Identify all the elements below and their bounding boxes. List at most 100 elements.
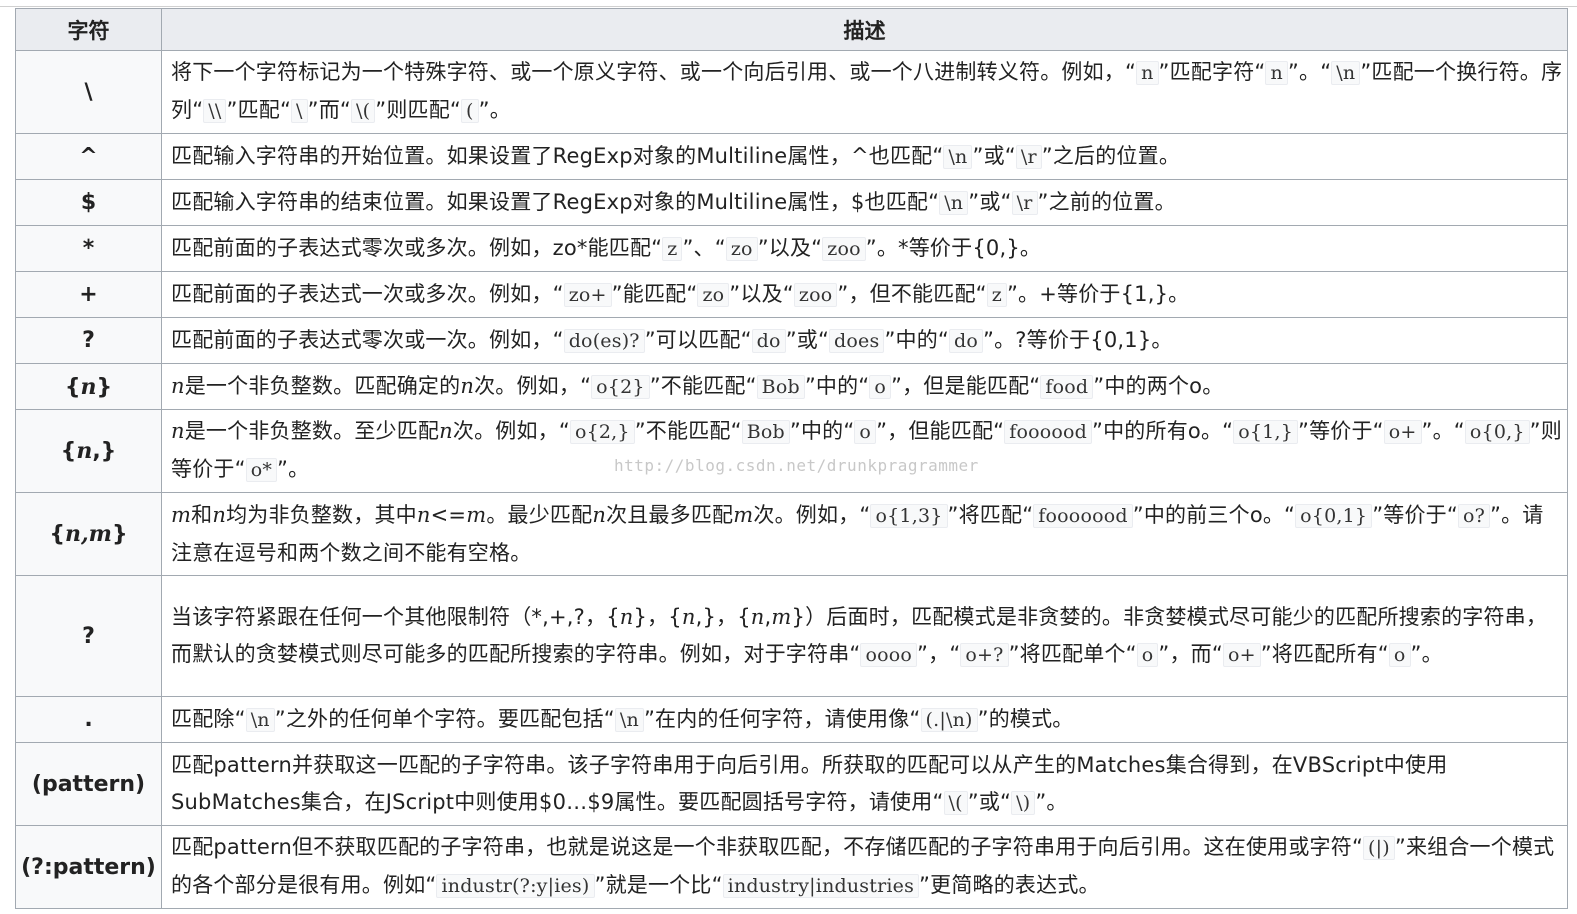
description-text: ”可以匹配“ bbox=[644, 327, 752, 352]
description-cell: 匹配pattern但不获取匹配的子字符串，也就是说这是一个非获取匹配，不存储匹配… bbox=[161, 825, 1568, 909]
code-snippet: foooood bbox=[1004, 420, 1093, 444]
description-text: ”在内的任何字符，请使用像“ bbox=[643, 706, 921, 731]
code-snippet: does bbox=[829, 328, 885, 353]
table-row: {n,m} m和n均为非负整数，其中n<=m。最少匹配n次且最多匹配m次。例如，“… bbox=[15, 492, 1568, 576]
description-cell: m和n均为非负整数，其中n<=m。最少匹配n次且最多匹配m次。例如，“ o{1,3… bbox=[161, 492, 1568, 576]
code-snippet: o bbox=[1388, 642, 1411, 667]
description-text: ”而“ bbox=[307, 98, 352, 122]
description-text: ,}，{ bbox=[695, 604, 751, 629]
code-snippet: \ bbox=[291, 99, 308, 123]
description-text: 次。例如，“ bbox=[753, 502, 871, 527]
italic-variable: m bbox=[466, 502, 487, 527]
description-text: ”则匹配“ bbox=[375, 98, 461, 122]
description-text: 。最少匹配 bbox=[486, 502, 593, 527]
description-cell: n是一个非负整数。匹配确定的n次。例如，“ o{2} ”不能匹配“ Bob ”中的“ o”… bbox=[161, 363, 1568, 410]
description-text: ”匹配字符“ bbox=[1158, 60, 1266, 84]
table-row: ^ 匹配输入字符串的开始位置。如果设置了RegExp对象的Multiline属性，… bbox=[15, 133, 1568, 180]
code-snippet: Bob bbox=[741, 420, 790, 444]
description-text: }，{ bbox=[633, 604, 682, 629]
description-text: ”更简略的表达式。 bbox=[919, 873, 1100, 897]
table-row: {n,} n是一个非负整数。至少匹配n次。例如，“ o{2,} ”不能匹配“ Bob ”中… bbox=[15, 409, 1568, 493]
header-description: 描述 bbox=[161, 8, 1568, 51]
description-text: ”，而“ bbox=[1158, 641, 1223, 666]
italic-variable: n bbox=[171, 373, 185, 398]
description-text: <= bbox=[430, 502, 467, 527]
code-snippet: o{2} bbox=[591, 374, 650, 399]
table-row: (?:pattern) 匹配pattern但不获取匹配的子字符串，也就是说这是一个… bbox=[15, 825, 1568, 909]
symbol-part: ,} bbox=[92, 439, 117, 464]
description-text: ”，但不能匹配“ bbox=[837, 281, 987, 306]
regex-table-container: 字符 描述 \ 将下一个字符标记为一个特殊字符、或一个原义字符、或一个向后引用、或… bbox=[15, 8, 1568, 909]
description-text: ”之前的位置。 bbox=[1037, 189, 1176, 214]
description-text: ”。 bbox=[277, 457, 310, 481]
description-text: ”不能匹配“ bbox=[634, 419, 742, 443]
description-text: ”匹配“ bbox=[226, 98, 292, 122]
description-text: ”以及“ bbox=[729, 281, 794, 306]
symbol-part: } bbox=[96, 374, 113, 400]
italic-variable: n bbox=[212, 502, 227, 527]
code-snippet: industry|industries bbox=[722, 874, 920, 898]
symbol-cell: * bbox=[15, 225, 162, 272]
description-text: ”将匹配“ bbox=[947, 502, 1034, 527]
description-text: ”中的“ bbox=[789, 419, 855, 443]
italic-variable: m bbox=[771, 604, 792, 629]
description-text: ”或“ bbox=[968, 189, 1012, 214]
symbol-cell: ? bbox=[15, 317, 162, 364]
symbol-cell: {n,} bbox=[15, 409, 162, 493]
description-text: ”不能匹配“ bbox=[649, 373, 757, 398]
description-text: 匹配前面的子表达式一次或多次。例如，“ bbox=[171, 281, 564, 306]
code-snippet: food bbox=[1040, 374, 1094, 399]
header-symbol: 字符 bbox=[15, 8, 162, 51]
description-text: ”中的“ bbox=[884, 327, 950, 352]
table-header-row: 字符 描述 bbox=[15, 8, 1568, 51]
description-text: 匹配除“ bbox=[171, 706, 246, 731]
code-snippet: o? bbox=[1457, 503, 1490, 528]
description-text: 次且最多匹配 bbox=[606, 502, 734, 527]
symbol-part: { bbox=[64, 374, 81, 400]
description-text: ”就是一个比“ bbox=[594, 873, 723, 897]
description-cell: 当该字符紧跟在任何一个其他限制符（*,+,?，{n}，{n,}，{n,m}）后面… bbox=[161, 575, 1568, 697]
description-text: ”中的前三个o。“ bbox=[1132, 502, 1296, 527]
table-body: \ 将下一个字符标记为一个特殊字符、或一个原义字符、或一个向后引用、或一个八进制转… bbox=[15, 50, 1568, 909]
table-row: ? 匹配前面的子表达式零次或一次。例如，“ do(es)? ”可以匹配“ do ”或“ do… bbox=[15, 317, 1568, 364]
code-snippet: o+ bbox=[1383, 420, 1422, 444]
description-text: ”等价于“ bbox=[1372, 502, 1458, 527]
description-text: ”、“ bbox=[682, 235, 726, 260]
code-snippet: z bbox=[662, 236, 683, 261]
code-snippet: Bob bbox=[756, 374, 805, 399]
italic-variable: n bbox=[416, 502, 431, 527]
code-snippet: do bbox=[949, 328, 984, 353]
description-text: 是一个非负整数。匹配确定的 bbox=[184, 373, 461, 398]
description-text: 次。例如，“ bbox=[452, 419, 570, 443]
symbol-part: { bbox=[49, 522, 66, 547]
code-snippet: \r bbox=[1011, 190, 1038, 215]
description-text: ”。?等价于{0,1}。 bbox=[983, 327, 1173, 352]
italic-variable: n bbox=[750, 604, 765, 629]
symbol-cell: ^ bbox=[15, 133, 162, 180]
description-cell: 匹配前面的子表达式零次或多次。例如，zo*能匹配“ z ”、“ zo ”以及“ zoo”。… bbox=[161, 225, 1568, 272]
symbol-cell: (?:pattern) bbox=[15, 825, 162, 909]
code-snippet: industr(?:y|ies) bbox=[436, 874, 595, 898]
code-snippet: \r bbox=[1015, 144, 1042, 169]
code-snippet: o{2,} bbox=[569, 420, 635, 444]
code-snippet: \n bbox=[939, 190, 969, 215]
description-text: ”，“ bbox=[917, 641, 961, 666]
description-cell: 匹配输入字符串的开始位置。如果设置了RegExp对象的Multiline属性，^… bbox=[161, 133, 1568, 180]
symbol-cell: $ bbox=[15, 179, 162, 226]
table-row: ? 当该字符紧跟在任何一个其他限制符（*,+,?，{n}，{n,}，{n,m}）后… bbox=[15, 575, 1568, 697]
description-cell: 匹配除“ \n ”之外的任何单个字符。要匹配包括“ \n ”在内的任何字符，请使用像“(… bbox=[161, 696, 1568, 743]
description-text: ”等价于“ bbox=[1298, 419, 1384, 443]
table-row: + 匹配前面的子表达式一次或多次。例如，“ zo+ ”能匹配“ zo ”以及“ zoo ”，但… bbox=[15, 271, 1568, 318]
code-snippet: \) bbox=[1011, 790, 1036, 815]
code-snippet: o{0,} bbox=[1464, 420, 1530, 444]
symbol-part: n bbox=[76, 438, 93, 464]
italic-variable: n bbox=[171, 419, 185, 443]
description-text: ”能匹配“ bbox=[611, 281, 698, 306]
table-row: * 匹配前面的子表达式零次或多次。例如，zo*能匹配“ z ”、“ zo ”以及“ zoo”… bbox=[15, 225, 1568, 272]
description-text: ”之后的位置。 bbox=[1041, 143, 1181, 168]
italic-variable: n bbox=[439, 419, 453, 443]
symbol-cell: (pattern) bbox=[15, 742, 162, 826]
code-snippet: fooooood bbox=[1033, 503, 1133, 528]
description-text: 匹配pattern但不获取匹配的子字符串，也就是说这是一个非获取匹配，不存储匹配… bbox=[171, 835, 1364, 859]
description-cell: n是一个非负整数。至少匹配n次。例如，“ o{2,} ”不能匹配“ Bob ”中的“ o”… bbox=[161, 409, 1568, 493]
